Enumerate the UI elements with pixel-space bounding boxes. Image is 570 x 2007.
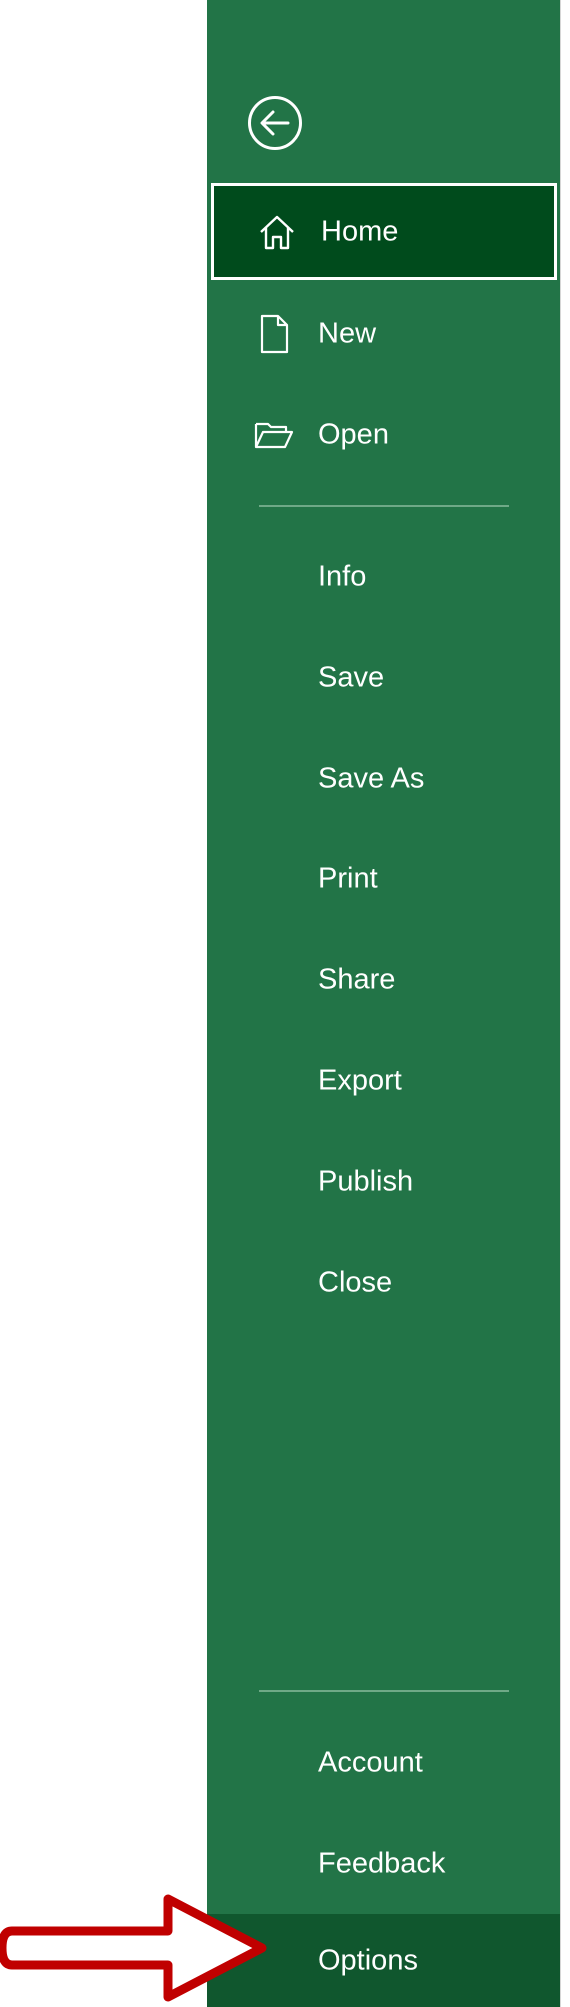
menu-item-save[interactable]: Save bbox=[207, 627, 560, 728]
menu-item-label: Info bbox=[318, 560, 367, 592]
menu-item-label: New bbox=[318, 317, 377, 349]
menu-item-label: Print bbox=[318, 862, 378, 894]
menu-item-label: Share bbox=[318, 963, 396, 995]
menu-item-label: Save bbox=[318, 661, 385, 693]
menu-divider bbox=[259, 1690, 509, 1692]
content-area-edge bbox=[560, 0, 570, 2007]
menu-item-home[interactable]: Home bbox=[211, 183, 557, 280]
menu-item-label: Feedback bbox=[318, 1847, 446, 1879]
menu-item-label: Export bbox=[318, 1064, 402, 1096]
menu-item-label: Publish bbox=[318, 1165, 414, 1197]
menu-item-label: Save As bbox=[318, 762, 425, 794]
menu-item-label: Home bbox=[321, 215, 399, 247]
menu-item-close[interactable]: Close bbox=[207, 1232, 560, 1333]
home-icon bbox=[256, 211, 298, 253]
menu-item-print[interactable]: Print bbox=[207, 828, 560, 929]
menu-divider bbox=[259, 505, 509, 507]
menu-item-label: Open bbox=[318, 418, 389, 450]
menu-item-publish[interactable]: Publish bbox=[207, 1131, 560, 1232]
arrow-left-circle-icon bbox=[260, 110, 290, 136]
menu-item-new[interactable]: New bbox=[207, 283, 560, 384]
menu-item-info[interactable]: Info bbox=[207, 526, 560, 627]
open-folder-icon bbox=[253, 414, 295, 456]
red-outline-arrow-right-icon bbox=[0, 1894, 267, 2002]
blank-document-icon bbox=[253, 313, 295, 355]
excel-backstage-screen: Home New Open Info Save Save As Print Sh… bbox=[0, 0, 570, 2007]
menu-item-label: Options bbox=[318, 1944, 418, 1976]
menu-item-export[interactable]: Export bbox=[207, 1030, 560, 1131]
back-button[interactable] bbox=[248, 96, 302, 150]
menu-item-share[interactable]: Share bbox=[207, 929, 560, 1030]
menu-item-open[interactable]: Open bbox=[207, 384, 560, 485]
menu-item-label: Account bbox=[318, 1746, 423, 1778]
menu-item-save-as[interactable]: Save As bbox=[207, 728, 560, 829]
menu-item-label: Close bbox=[318, 1266, 393, 1298]
menu-item-account[interactable]: Account bbox=[207, 1712, 560, 1813]
